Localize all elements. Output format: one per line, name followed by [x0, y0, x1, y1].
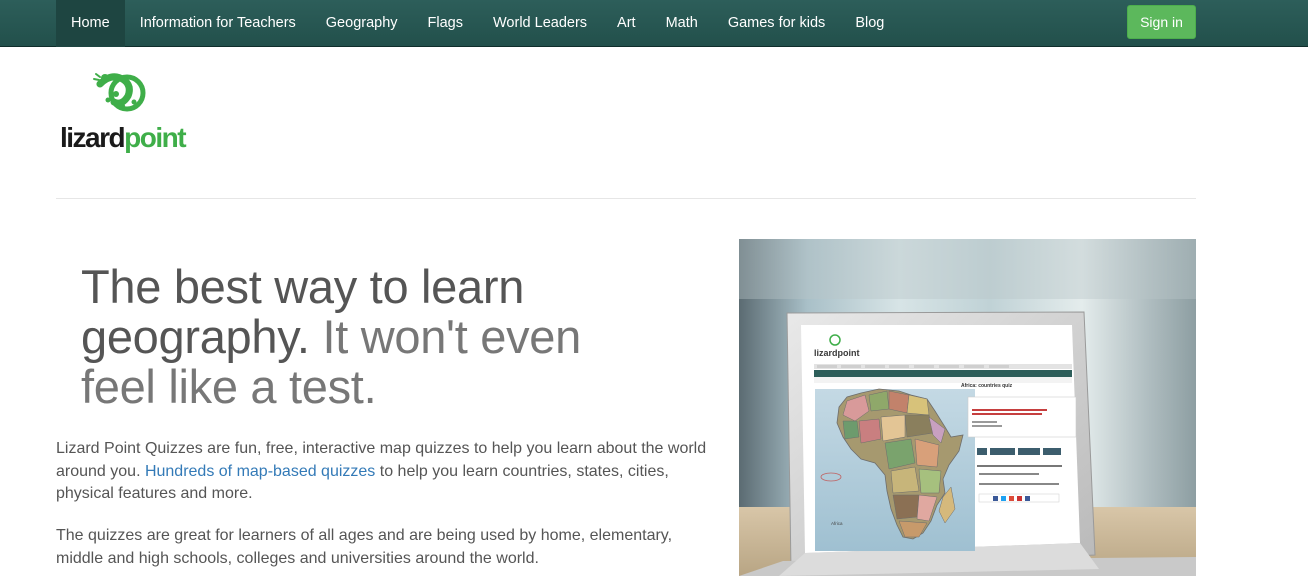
nav-item-games-for-kids[interactable]: Games for kids	[713, 0, 841, 47]
lizard-logo-icon	[93, 73, 146, 112]
header-divider	[56, 198, 1196, 199]
map-quizzes-link[interactable]: Hundreds of map-based quizzes	[145, 463, 375, 480]
nav-item-flags[interactable]: Flags	[413, 0, 478, 47]
nav-item-blog[interactable]: Blog	[840, 0, 899, 47]
sign-in-button[interactable]: Sign in	[1127, 5, 1196, 39]
nav-item-geography[interactable]: Geography	[311, 0, 413, 47]
site-logo[interactable]: lizardpoint	[60, 70, 200, 160]
screen-map-label: Africa	[831, 521, 843, 526]
screen-logo-text: lizardpoint	[814, 348, 860, 358]
nav-item-world-leaders[interactable]: World Leaders	[478, 0, 602, 47]
nav-item-math[interactable]: Math	[651, 0, 713, 47]
nav-menu: Home Information for Teachers Geography …	[56, 0, 899, 47]
audience-paragraph: The quizzes are great for learners of al…	[56, 527, 673, 567]
screen-quiz-title: Africa: countries quiz	[961, 383, 1013, 389]
nav-item-information-for-teachers[interactable]: Information for Teachers	[125, 0, 311, 47]
nav-item-art[interactable]: Art	[602, 0, 651, 47]
logo-word-point: point	[124, 122, 186, 153]
hero-laptop-image: lizardpoint Africa: countries quiz Afric…	[739, 239, 1196, 576]
laptop-illustration: lizardpoint Africa: countries quiz Afric…	[739, 239, 1196, 576]
logo-word-lizard: lizard	[60, 122, 126, 153]
intro-paragraph: Lizard Point Quizzes are fun, free, inte…	[56, 438, 716, 506]
nav-item-home[interactable]: Home	[56, 0, 125, 47]
logo-wordmark: lizardpoint	[60, 122, 187, 154]
hero-headline: The best way to learn geography. It won'…	[81, 262, 641, 412]
top-navbar: Home Information for Teachers Geography …	[0, 0, 1308, 47]
